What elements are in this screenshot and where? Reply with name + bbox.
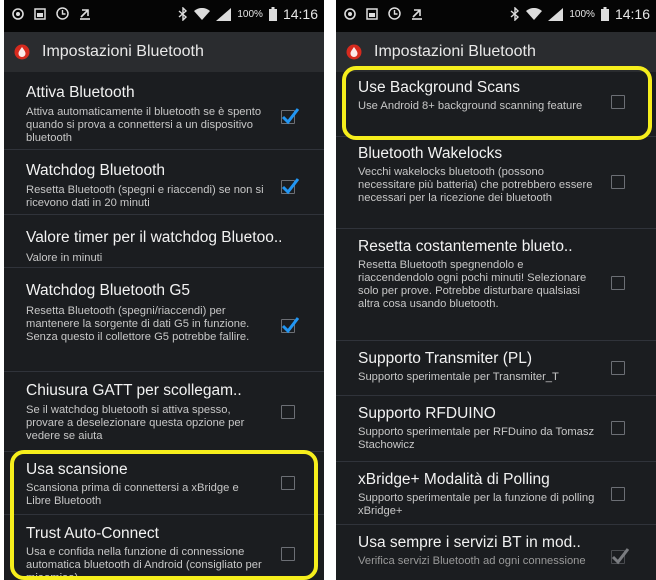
setting-xbridge-polling[interactable]: xBridge+ Modalità di Polling Supporto sp…: [336, 462, 656, 525]
setting-summary: Supporto sperimentale per RFDuino da Tom…: [358, 426, 595, 451]
status-bar: 100% 14:16: [336, 0, 656, 32]
setting-summary: Supporto sperimentale per Transmiter_T: [358, 371, 559, 383]
checkbox-checked-disabled[interactable]: [611, 548, 629, 565]
setting-watchdog-bluetooth[interactable]: Watchdog Bluetooth Resetta Bluetooth (sp…: [4, 150, 324, 215]
checkbox[interactable]: [611, 95, 625, 109]
bluetooth-icon: [178, 7, 188, 21]
checkbox[interactable]: [611, 175, 625, 189]
wifi-icon: [526, 7, 543, 20]
battery-icon: [600, 7, 609, 21]
setting-summary: Resetta Bluetooth spegnendolo e riaccend…: [358, 259, 587, 310]
setting-title: Usa sempre i servizi BT in mod..: [358, 534, 581, 551]
setting-title: Resetta costantemente blueto..: [358, 238, 573, 255]
signal-icon: [216, 7, 232, 21]
bluetooth-icon: [510, 7, 520, 21]
clock-icon: [388, 7, 401, 20]
setting-resetta-costantemente[interactable]: Resetta costantemente blueto.. Resetta B…: [336, 229, 656, 341]
setting-title: Supporto Transmiter (PL): [358, 350, 533, 367]
setting-supporto-rfduino[interactable]: Supporto RFDUINO Supporto sperimentale p…: [336, 396, 656, 462]
setting-trust-auto-connect[interactable]: Trust Auto-Connect Usa e confida nella f…: [4, 515, 324, 580]
clock-icon: [56, 7, 69, 20]
setting-summary: Scansiona prima di connettersi a xBridge…: [26, 482, 239, 507]
setting-summary: Resetta Bluetooth (spegni e riaccendi) s…: [26, 184, 264, 209]
clock-time: 14:16: [614, 6, 650, 22]
setting-summary: Attiva automaticamente il bluetooth se è…: [26, 106, 262, 144]
status-bar: 100% 14:16: [4, 0, 324, 32]
setting-summary: Vecchi wakelocks bluetooth (possono nece…: [358, 166, 593, 204]
setting-title: Supporto RFDUINO: [358, 405, 496, 422]
setting-use-background-scans[interactable]: Use Background Scans Use Android 8+ back…: [336, 72, 656, 137]
setting-attiva-bluetooth[interactable]: Attiva Bluetooth Attiva automaticamente …: [4, 72, 324, 150]
gallery-icon: [366, 7, 378, 20]
checkbox[interactable]: [611, 276, 625, 290]
xdrip-drop-icon[interactable]: [346, 44, 362, 60]
setting-summary: Verifica servizi Bluetooth ad ogni conne…: [358, 555, 586, 567]
left-screen: 100% 14:16 Impostazioni Bluetooth Attiva…: [4, 0, 324, 580]
setting-usa-sempre-servizi-bt[interactable]: Usa sempre i servizi BT in mod.. Verific…: [336, 525, 656, 580]
gallery-icon: [34, 7, 46, 20]
setting-title: Watchdog Bluetooth: [26, 162, 166, 179]
right-screen: 100% 14:16 Impostazioni Bluetooth Use Ba…: [336, 0, 656, 580]
setting-summary: Supporto sperimentale per la funzione di…: [358, 492, 595, 517]
setting-title: Bluetooth Wakelocks: [358, 145, 503, 162]
download-icon: [80, 8, 90, 20]
checkbox-checked[interactable]: [281, 108, 299, 125]
checkbox[interactable]: [281, 476, 295, 490]
setting-summary: Resetta Bluetooth (spegni/riaccendi) per…: [26, 305, 250, 343]
setting-bluetooth-wakelocks[interactable]: Bluetooth Wakelocks Vecchi wakelocks blu…: [336, 137, 656, 229]
setting-supporto-transmiter[interactable]: Supporto Transmiter (PL) Supporto sperim…: [336, 341, 656, 396]
checkbox[interactable]: [281, 547, 295, 561]
setting-chiusura-gatt[interactable]: Chiusura GATT per scollegam.. Se il watc…: [4, 372, 324, 452]
app-circle-icon: [12, 7, 24, 20]
setting-title: Chiusura GATT per scollegam..: [26, 382, 242, 399]
setting-title: Attiva Bluetooth: [26, 84, 135, 101]
setting-watchdog-timer[interactable]: Valore timer per il watchdog Bluetoo.. V…: [4, 215, 324, 268]
setting-summary: Use Android 8+ background scanning featu…: [358, 100, 583, 112]
setting-summary: Valore in minuti: [26, 252, 103, 264]
battery-percent: 100%: [237, 8, 263, 20]
setting-summary: Usa e confida nella funzione di connessi…: [26, 546, 262, 580]
checkbox[interactable]: [611, 487, 625, 501]
checkbox[interactable]: [611, 361, 625, 375]
wifi-icon: [194, 7, 211, 20]
app-circle-icon: [344, 7, 356, 20]
battery-percent: 100%: [569, 8, 595, 20]
setting-title: Use Background Scans: [358, 79, 520, 96]
page-title: Impostazioni Bluetooth: [42, 43, 204, 60]
signal-icon: [548, 7, 564, 21]
download-icon: [412, 8, 422, 20]
battery-icon: [268, 7, 277, 21]
setting-title: Usa scansione: [26, 461, 128, 478]
checkbox[interactable]: [611, 421, 625, 435]
checkbox-checked[interactable]: [281, 317, 299, 334]
setting-title: Trust Auto-Connect: [26, 525, 159, 542]
setting-summary: Se il watchdog bluetooth si attiva spess…: [26, 404, 245, 442]
checkbox[interactable]: [281, 405, 295, 419]
setting-usa-scansione[interactable]: Usa scansione Scansiona prima di connett…: [4, 452, 324, 515]
setting-watchdog-g5[interactable]: Watchdog Bluetooth G5 Resetta Bluetooth …: [4, 268, 324, 372]
setting-title: xBridge+ Modalità di Polling: [358, 471, 550, 488]
clock-time: 14:16: [282, 6, 318, 22]
action-bar: Impostazioni Bluetooth: [336, 32, 656, 72]
checkbox-checked[interactable]: [281, 178, 299, 195]
xdrip-drop-icon[interactable]: [14, 44, 30, 60]
setting-title: Watchdog Bluetooth G5: [26, 282, 190, 299]
setting-title: Valore timer per il watchdog Bluetoo..: [26, 229, 283, 246]
action-bar: Impostazioni Bluetooth: [4, 32, 324, 72]
page-title: Impostazioni Bluetooth: [374, 43, 536, 60]
